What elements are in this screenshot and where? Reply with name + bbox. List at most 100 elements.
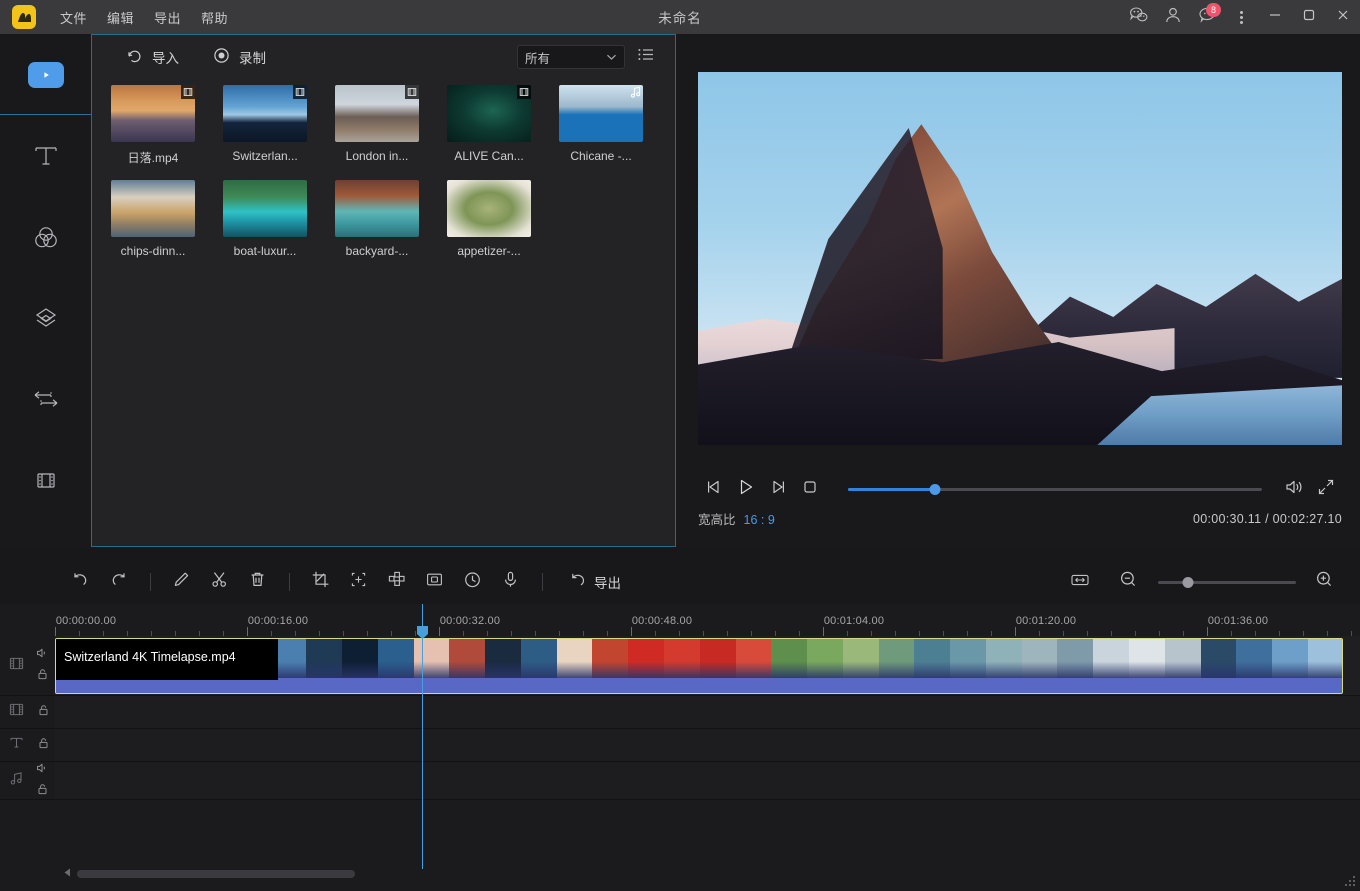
stop-icon [802, 479, 818, 500]
wechat-button[interactable] [1122, 0, 1156, 34]
close-button[interactable] [1326, 0, 1360, 34]
scroll-left-arrow-icon[interactable] [62, 865, 73, 883]
media-item[interactable]: Switzerlan... [220, 85, 310, 166]
crop-button[interactable] [302, 567, 338, 597]
track-toggles [36, 636, 49, 695]
list-view-button[interactable] [637, 47, 655, 67]
rail-text[interactable] [0, 115, 92, 196]
video-preview[interactable] [698, 72, 1342, 445]
rail-effects[interactable] [0, 277, 92, 358]
edit-button[interactable] [163, 567, 199, 597]
media-thumbnail[interactable] [223, 180, 307, 237]
zoom-slider-knob[interactable] [1183, 577, 1194, 588]
zoom-slider[interactable] [1158, 581, 1296, 584]
film-strip-icon[interactable] [8, 655, 25, 677]
media-thumbnail[interactable] [111, 85, 195, 142]
timeline-horizontal-scrollbar[interactable] [0, 867, 1360, 881]
unlock-icon[interactable] [38, 703, 49, 721]
media-item[interactable]: London in... [332, 85, 422, 166]
media-item[interactable]: chips-dinn... [108, 180, 198, 258]
window-resize-grip[interactable] [1343, 874, 1357, 888]
media-thumbnail[interactable] [335, 85, 419, 142]
media-thumbnail[interactable] [447, 85, 531, 142]
scissors-icon [210, 570, 229, 594]
speed-button[interactable] [454, 567, 490, 597]
import-button[interactable]: 导入 [116, 43, 189, 71]
aspect-ratio-control[interactable]: 宽高比16 : 9 [698, 509, 775, 528]
media-thumbnail[interactable] [447, 180, 531, 237]
menu-export[interactable]: 导出 [144, 4, 191, 31]
fit-to-window-button[interactable] [1062, 567, 1098, 597]
volume-button[interactable] [1278, 473, 1310, 505]
track-header-text-track-1[interactable] [0, 729, 55, 762]
add-marker-button[interactable] [340, 567, 376, 597]
media-item[interactable]: appetizer-... [444, 180, 534, 258]
menu-edit[interactable]: 编辑 [97, 4, 144, 31]
seek-knob[interactable] [929, 484, 940, 495]
media-filter-dropdown[interactable]: 所有 [517, 45, 625, 69]
speaker-icon[interactable] [36, 646, 49, 664]
track-video-track-2[interactable] [55, 696, 1360, 729]
pip-button[interactable] [416, 567, 452, 597]
media-item[interactable]: backyard-... [332, 180, 422, 258]
text-t-icon[interactable] [8, 734, 25, 756]
notification-badge: 8 [1206, 3, 1221, 17]
track-header-video-track-1[interactable] [0, 636, 55, 696]
player-controls [698, 472, 1342, 506]
mosaic-button[interactable] [378, 567, 414, 597]
account-button[interactable] [1156, 0, 1190, 34]
export-button[interactable]: 导出 [559, 567, 630, 597]
unlock-icon[interactable] [38, 736, 49, 754]
timeline-clip[interactable]: Switzerland 4K Timelapse.mp4 [55, 638, 1343, 694]
unlock-icon[interactable] [37, 782, 48, 800]
menu-help[interactable]: 帮助 [191, 4, 238, 31]
import-icon [126, 47, 143, 67]
media-item[interactable]: boat-luxur... [220, 180, 310, 258]
film-strip-icon[interactable] [8, 701, 25, 723]
prev-frame-button[interactable] [698, 473, 730, 505]
speaker-icon[interactable] [36, 761, 49, 779]
music-note-icon[interactable] [8, 770, 25, 792]
minimize-button[interactable] [1258, 0, 1292, 34]
delete-button[interactable] [239, 567, 275, 597]
track-header-audio-track-1[interactable] [0, 762, 55, 800]
play-button[interactable] [730, 473, 762, 505]
clip-audio-waveform [56, 678, 1342, 693]
media-thumbnail[interactable] [111, 180, 195, 237]
stop-button[interactable] [794, 473, 826, 505]
split-button[interactable] [201, 567, 237, 597]
media-item[interactable]: Chicane -... [556, 85, 646, 166]
record-button[interactable]: 录制 [203, 43, 276, 71]
menu-file[interactable]: 文件 [50, 4, 97, 31]
unlock-icon[interactable] [37, 667, 48, 685]
track-audio-track-1[interactable] [55, 762, 1360, 800]
zoom-in-button[interactable] [1306, 567, 1342, 597]
media-item[interactable]: 日落.mp4 [108, 85, 198, 166]
track-text-track-1[interactable] [55, 729, 1360, 762]
seek-slider[interactable] [848, 488, 1262, 491]
redo-button[interactable] [100, 567, 136, 597]
rail-media[interactable] [0, 34, 92, 115]
playhead[interactable] [422, 604, 423, 869]
more-options-button[interactable] [1224, 0, 1258, 34]
timeline-ruler[interactable]: 00:00:00.0000:00:16.0000:00:32.0000:00:4… [0, 604, 1360, 636]
voiceover-button[interactable] [492, 567, 528, 597]
undo-button[interactable] [62, 567, 98, 597]
rail-filters[interactable] [0, 196, 92, 277]
rail-transitions[interactable] [0, 358, 92, 439]
zoom-out-button[interactable] [1110, 567, 1146, 597]
media-thumbnail[interactable] [335, 180, 419, 237]
messages-button[interactable]: 8 [1190, 0, 1224, 34]
crop-icon [311, 570, 330, 594]
maximize-button[interactable] [1292, 0, 1326, 34]
scrollbar-thumb[interactable] [77, 870, 355, 878]
media-item[interactable]: ALIVE Can... [444, 85, 534, 166]
next-frame-icon [769, 478, 787, 501]
track-header-video-track-2[interactable] [0, 696, 55, 729]
rail-templates[interactable] [0, 439, 92, 520]
media-thumbnail[interactable] [223, 85, 307, 142]
track-video-track-1[interactable]: Switzerland 4K Timelapse.mp4 [55, 636, 1360, 696]
media-thumbnail[interactable] [559, 85, 643, 142]
fullscreen-button[interactable] [1310, 473, 1342, 505]
next-frame-button[interactable] [762, 473, 794, 505]
